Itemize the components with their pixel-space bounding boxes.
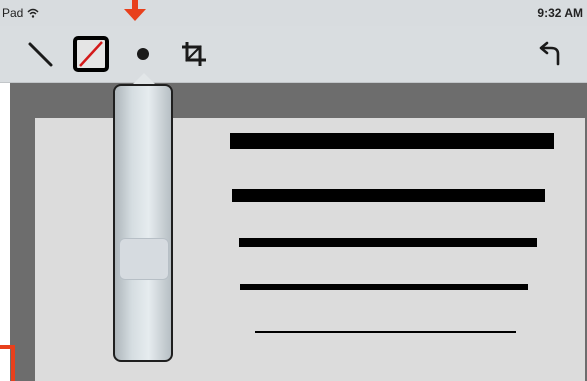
- stroke-sample: [230, 133, 554, 149]
- wifi-icon: [27, 8, 39, 18]
- status-left: Pad: [2, 6, 39, 20]
- slider-thumb[interactable]: [119, 238, 169, 280]
- undo-icon: [539, 41, 560, 66]
- box-no-fill-icon: [73, 36, 109, 72]
- line-tool-icon: [28, 42, 53, 67]
- stroke-sample: [232, 189, 545, 202]
- status-bar: Pad 9:32 AM: [0, 0, 587, 26]
- stroke-sample: [255, 331, 516, 333]
- stroke-sample: [240, 284, 528, 290]
- color-tool-button[interactable]: [72, 36, 110, 72]
- carrier-label: Pad: [2, 6, 24, 20]
- stroke-width-slider[interactable]: [113, 84, 173, 362]
- stroke-sample: [239, 238, 537, 247]
- screen: Pad 9:32 AM: [0, 0, 587, 381]
- undo-button[interactable]: [532, 38, 568, 70]
- annotation-corner-icon: [0, 345, 15, 381]
- drawing-canvas-frame: [10, 83, 587, 381]
- crop-icon: [182, 42, 206, 66]
- line-tool-button[interactable]: [22, 38, 58, 70]
- stroke-width-button[interactable]: [127, 38, 159, 70]
- dot-size-icon: [137, 48, 149, 60]
- toolbar: [0, 26, 587, 83]
- annotation-arrow-icon: [124, 0, 146, 21]
- crop-tool-button[interactable]: [175, 38, 213, 70]
- status-time: 9:32 AM: [537, 6, 583, 20]
